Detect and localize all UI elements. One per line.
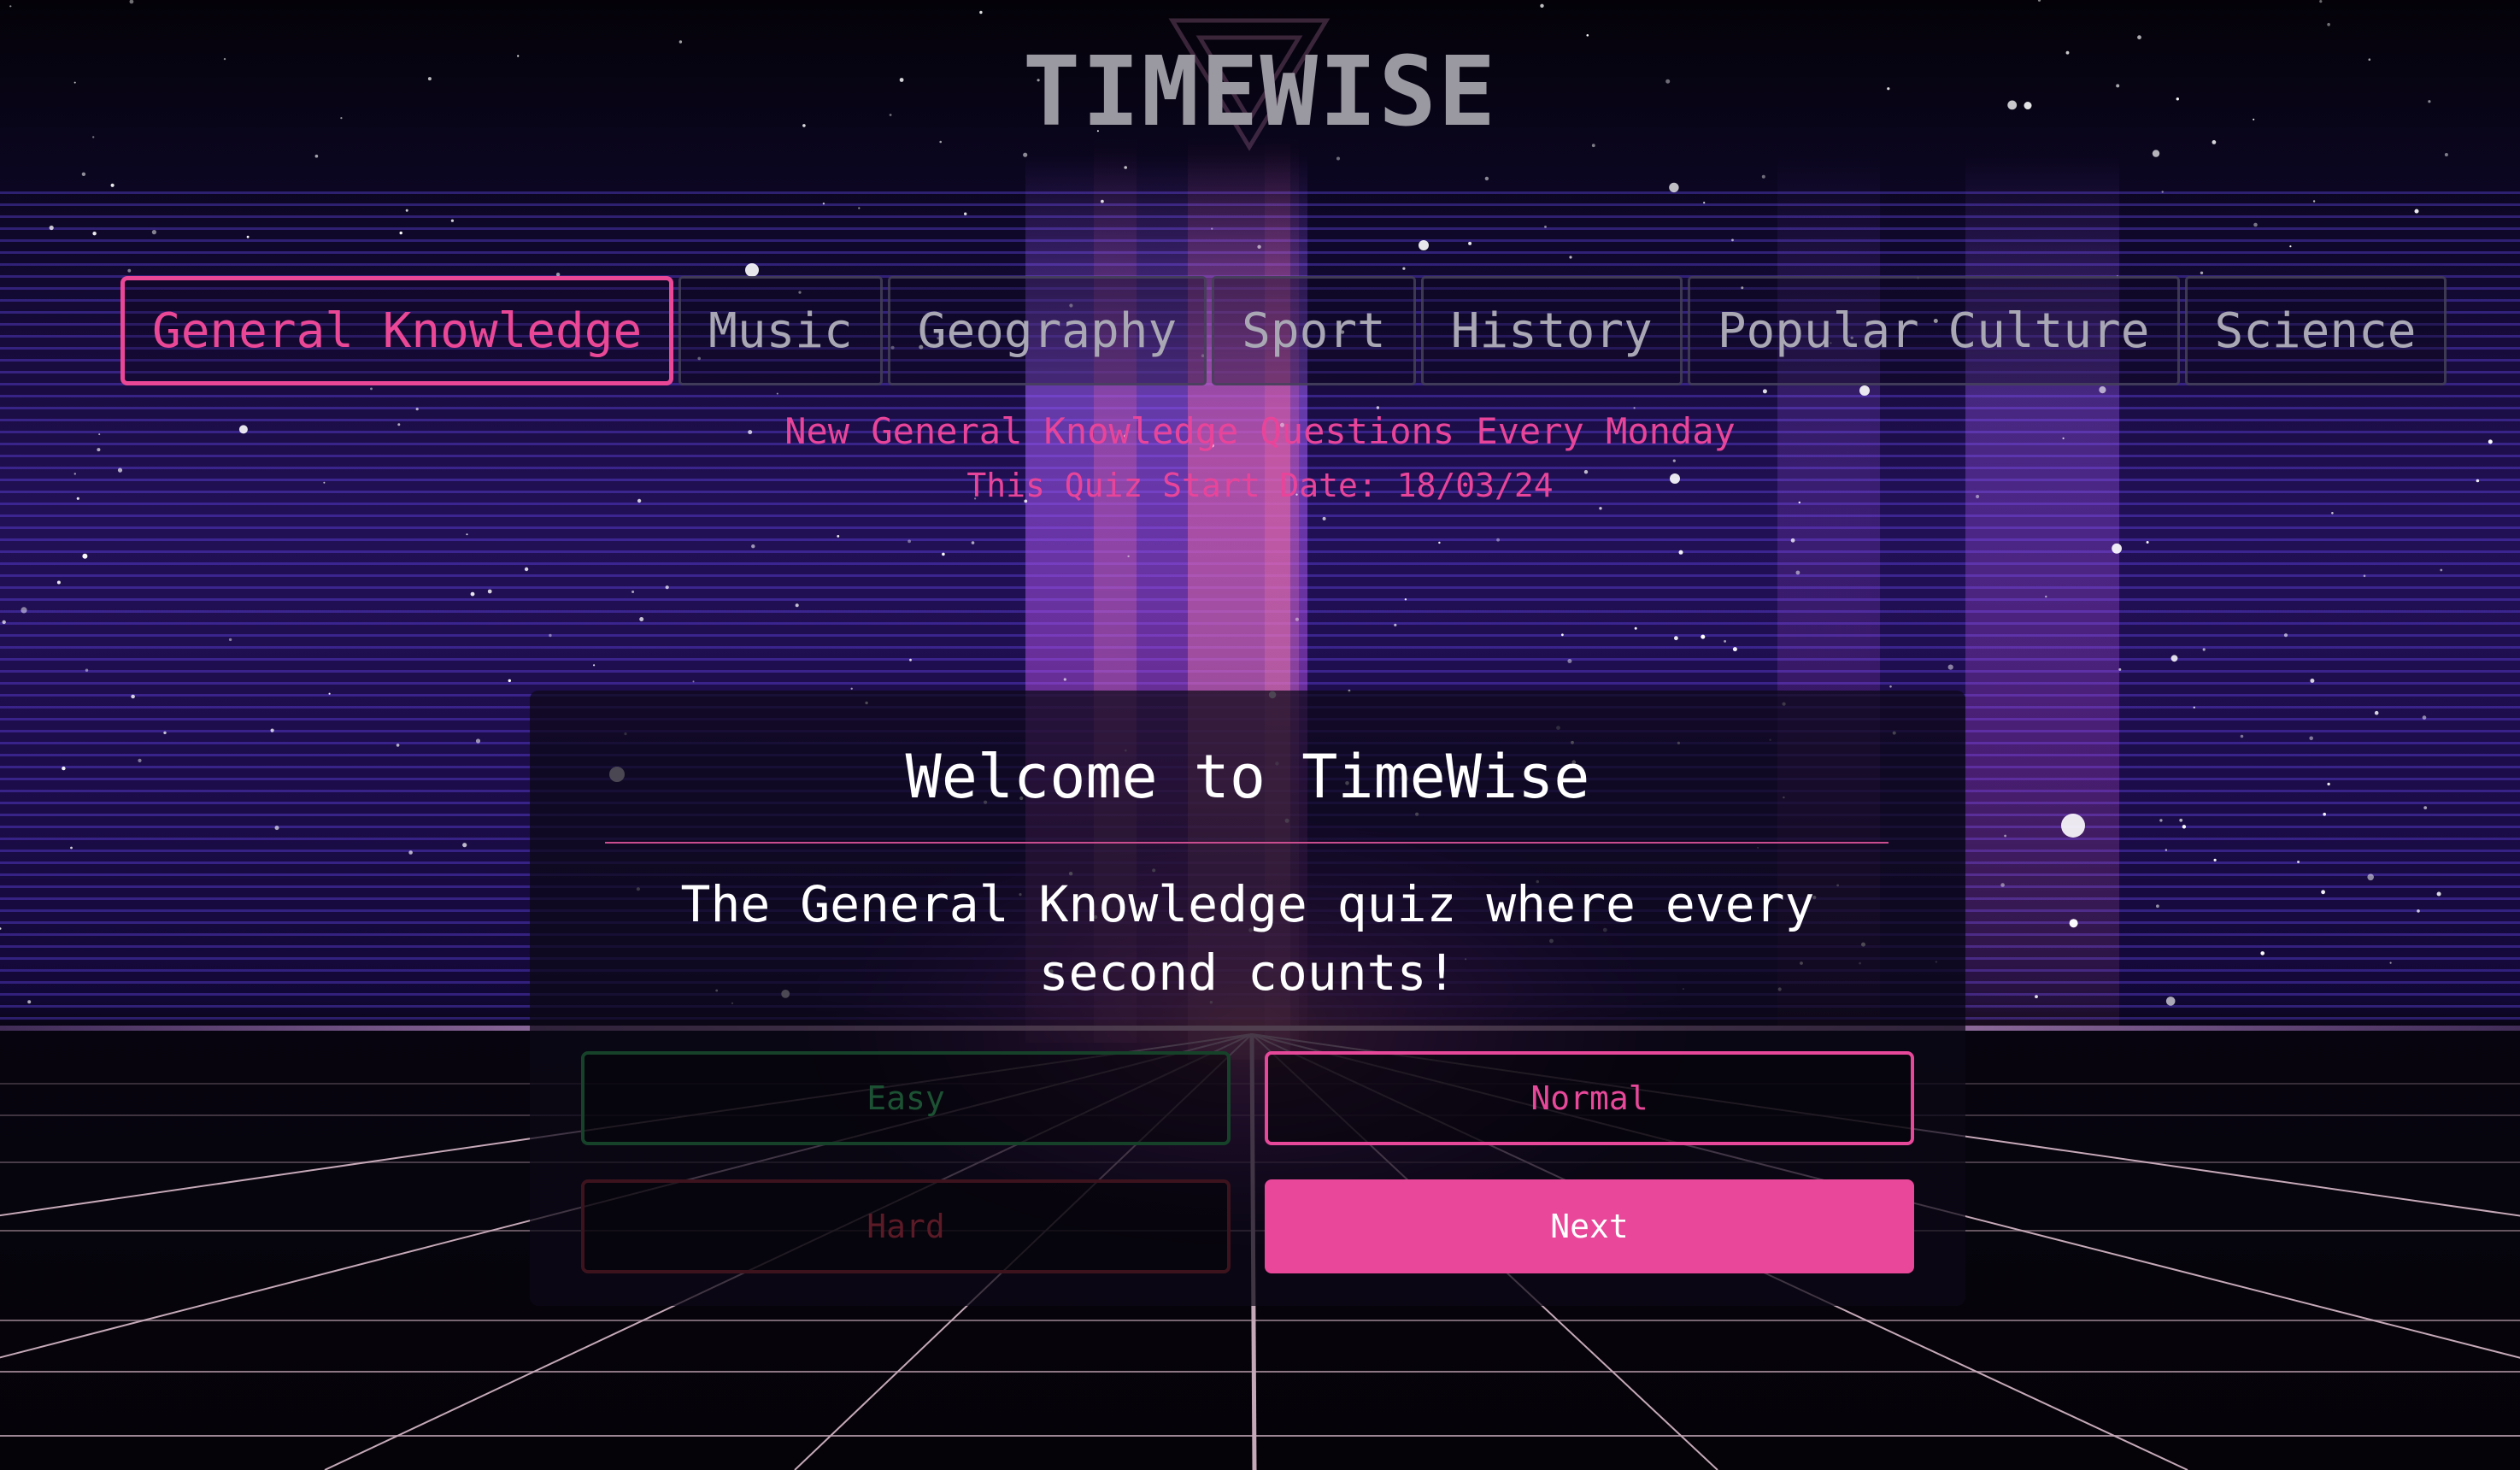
quiz-schedule-text: New General Knowledge Questions Every Mo… [784,410,1736,452]
welcome-panel: Welcome to TimeWise The General Knowledg… [530,691,1965,1306]
easy-button[interactable]: Easy [581,1051,1231,1145]
tab-sport[interactable]: Sport [1212,276,1416,385]
normal-button[interactable]: Normal [1265,1051,1914,1145]
category-tabs: General Knowledge Music Geography Sport … [120,276,2447,385]
tab-music[interactable]: Music [678,276,883,385]
tab-history[interactable]: History [1420,276,1683,385]
hard-button[interactable]: Hard [581,1179,1231,1273]
tab-geography[interactable]: Geography [887,276,1207,385]
quiz-start-date: This Quiz Start Date: 18/03/24 [966,467,1554,504]
tab-general-knowledge[interactable]: General Knowledge [120,276,674,385]
heading-divider [605,842,1889,844]
tab-science[interactable]: Science [2184,276,2447,385]
next-button[interactable]: Next [1265,1179,1914,1273]
tab-popular-culture[interactable]: Popular Culture [1687,276,2180,385]
welcome-tagline: The General Knowledge quiz where every s… [680,875,1815,1002]
app-title: TIMEWISE [1022,37,1498,148]
welcome-heading: Welcome to TimeWise [905,742,1590,812]
